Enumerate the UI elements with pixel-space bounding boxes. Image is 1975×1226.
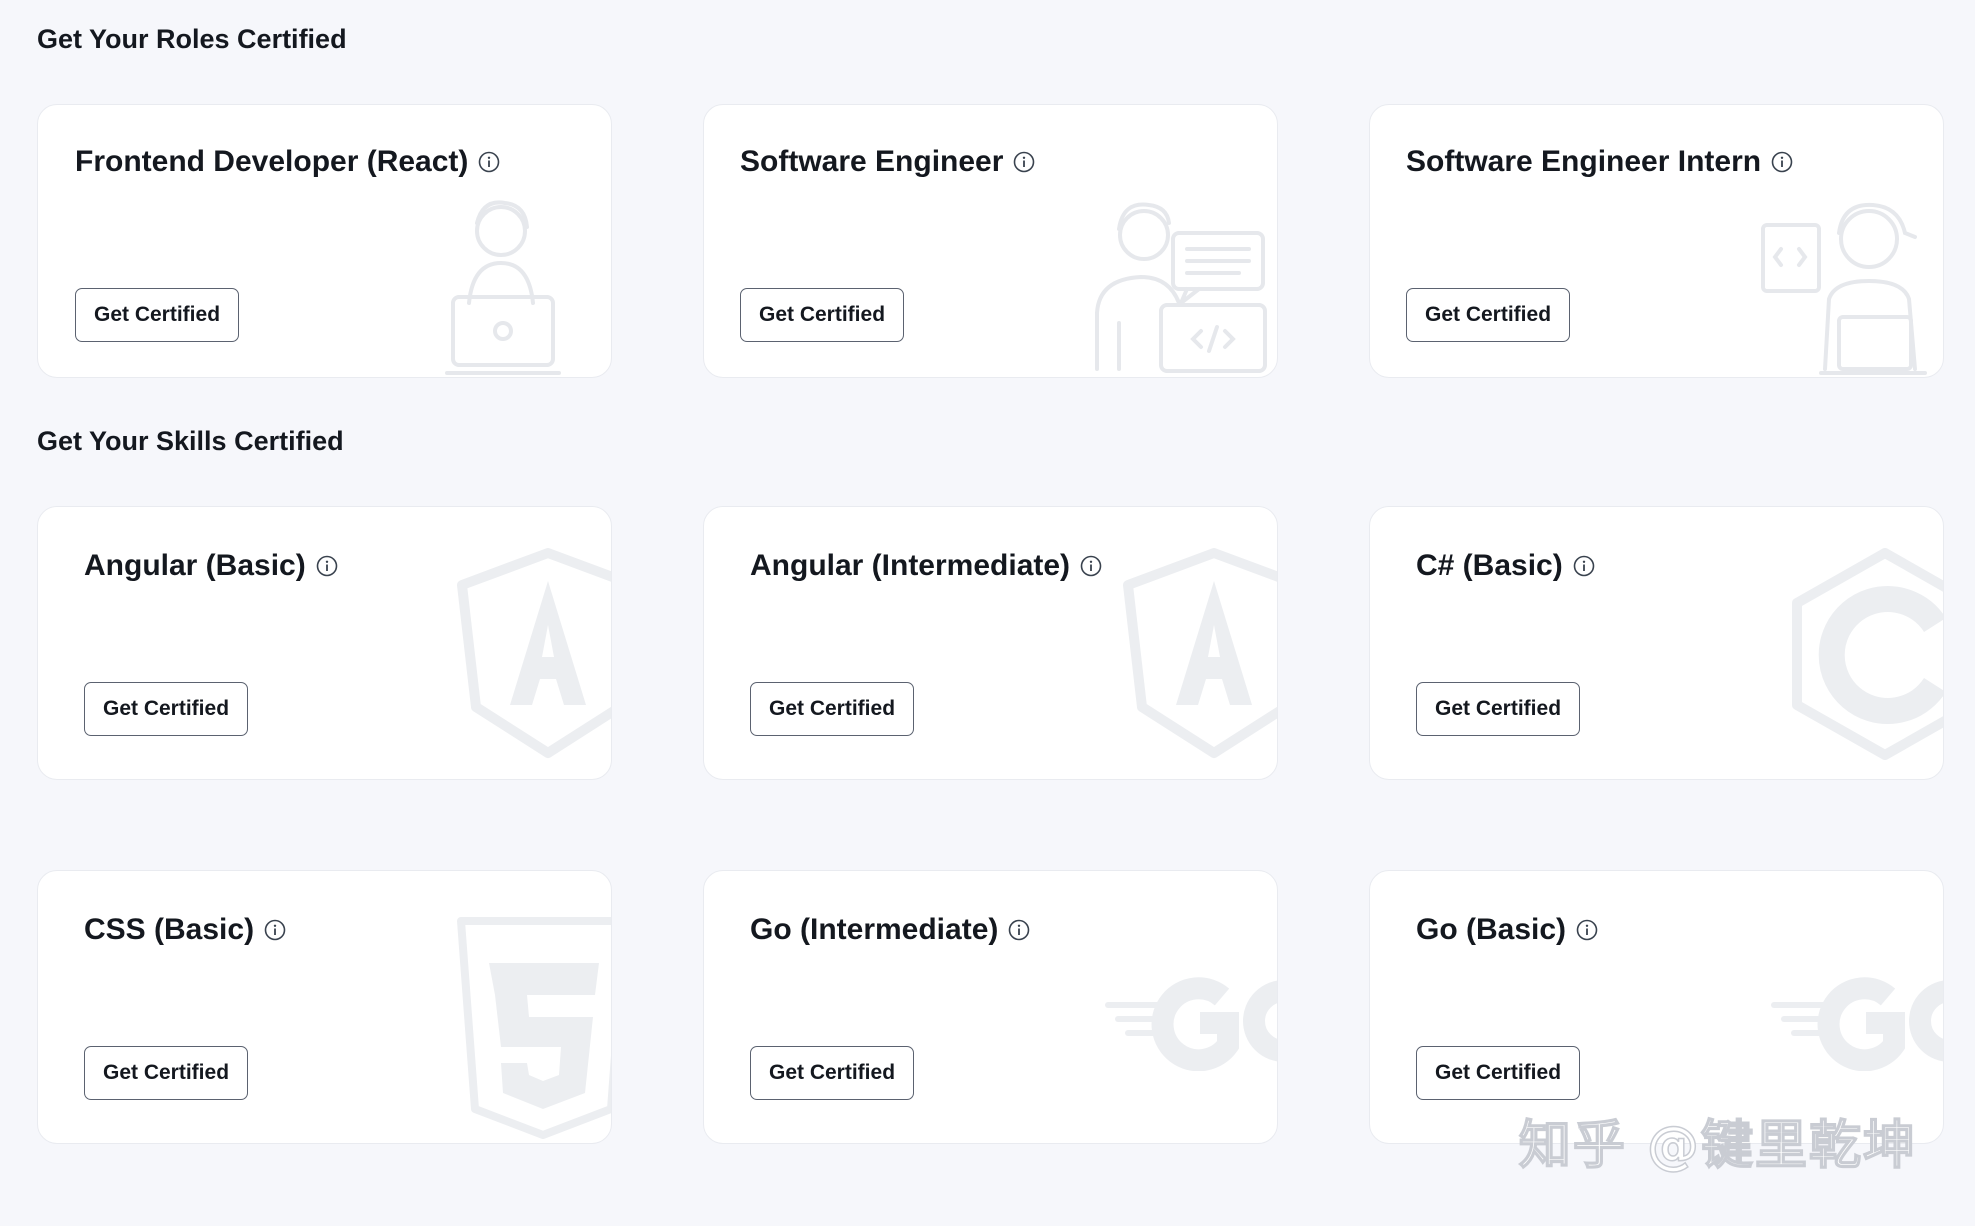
get-certified-button[interactable]: Get Certified	[1406, 288, 1571, 342]
info-icon[interactable]	[1573, 555, 1595, 577]
info-icon[interactable]	[1080, 555, 1102, 577]
skill-card-go-intermediate: Go (Intermediate) Get Certified	[703, 870, 1278, 1144]
role-title-text: Frontend Developer (React)	[75, 145, 469, 178]
info-icon[interactable]	[1576, 919, 1598, 941]
get-certified-button[interactable]: Get Certified	[740, 288, 905, 342]
role-title-text: Software Engineer	[740, 145, 1004, 178]
developer-laptop-icon	[445, 200, 561, 375]
skill-title-text: Angular (Intermediate)	[750, 549, 1071, 582]
roles-section-title: Get Your Roles Certified	[37, 24, 347, 54]
role-card-title: Frontend Developer (React)	[75, 145, 500, 179]
css3-logo-icon	[457, 917, 611, 1139]
skill-card-title: C# (Basic)	[1416, 549, 1595, 583]
skill-card-title: Go (Basic)	[1416, 913, 1598, 947]
watermark-text: 知乎 @键里乾坤	[1518, 1115, 1917, 1177]
skill-title-text: C# (Basic)	[1416, 549, 1563, 582]
info-icon[interactable]	[264, 919, 286, 941]
go-logo-icon	[1771, 977, 1943, 1071]
skill-card-angular-intermediate: Angular (Intermediate) Get Certified	[703, 506, 1278, 780]
go-logo-icon	[1105, 977, 1277, 1071]
role-card-software-engineer-intern: Software Engineer Intern Get Certified	[1369, 104, 1944, 378]
certification-page: Get Your Roles Certified Frontend Develo…	[0, 0, 1975, 1226]
role-card-frontend-developer: Frontend Developer (React) Get Certified	[37, 104, 612, 378]
info-icon[interactable]	[1013, 151, 1035, 173]
angular-logo-icon	[1123, 548, 1277, 758]
info-icon[interactable]	[1008, 919, 1030, 941]
role-card-title: Software Engineer	[740, 145, 1035, 179]
info-icon[interactable]	[1771, 151, 1793, 173]
get-certified-button[interactable]: Get Certified	[75, 288, 240, 342]
skill-title-text: CSS (Basic)	[84, 913, 255, 946]
role-title-text: Software Engineer Intern	[1406, 145, 1762, 178]
role-card-title: Software Engineer Intern	[1406, 145, 1793, 179]
get-certified-button[interactable]: Get Certified	[750, 682, 915, 736]
skill-card-angular-basic: Angular (Basic) Get Certified	[37, 506, 612, 780]
csharp-logo-icon	[1792, 548, 1943, 760]
get-certified-button[interactable]: Get Certified	[1416, 1046, 1581, 1100]
skill-card-title: CSS (Basic)	[84, 913, 286, 947]
intern-laptop-icon	[1761, 202, 1927, 375]
skill-card-title: Go (Intermediate)	[750, 913, 1030, 947]
skill-title-text: Angular (Basic)	[84, 549, 306, 582]
info-icon[interactable]	[478, 151, 500, 173]
engineer-code-icon	[1095, 202, 1267, 373]
role-card-software-engineer: Software Engineer Get Certified	[703, 104, 1278, 378]
skill-title-text: Go (Basic)	[1416, 913, 1567, 946]
angular-logo-icon	[457, 548, 611, 758]
skill-card-title: Angular (Intermediate)	[750, 549, 1102, 583]
get-certified-button[interactable]: Get Certified	[84, 1046, 249, 1100]
skills-section-title: Get Your Skills Certified	[37, 426, 344, 456]
skill-title-text: Go (Intermediate)	[750, 913, 999, 946]
info-icon[interactable]	[316, 555, 338, 577]
get-certified-button[interactable]: Get Certified	[84, 682, 249, 736]
skill-card-title: Angular (Basic)	[84, 549, 338, 583]
skill-card-csharp-basic: C# (Basic) Get Certified	[1369, 506, 1944, 780]
get-certified-button[interactable]: Get Certified	[1416, 682, 1581, 736]
get-certified-button[interactable]: Get Certified	[750, 1046, 915, 1100]
skill-card-css-basic: CSS (Basic) Get Certified	[37, 870, 612, 1144]
